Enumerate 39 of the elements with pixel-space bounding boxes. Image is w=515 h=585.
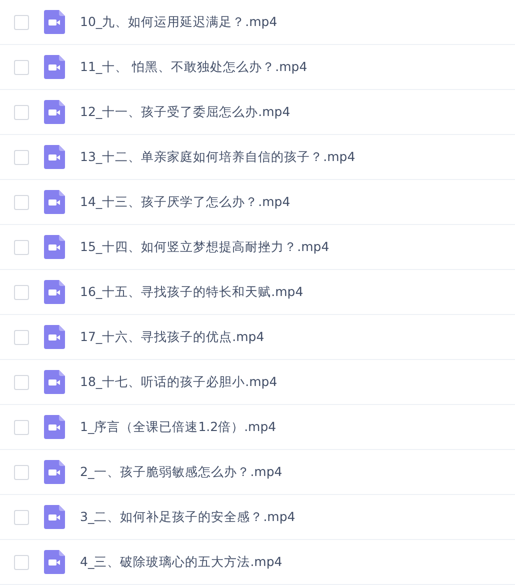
file-name[interactable]: 3_二、如何补足孩子的安全感？.mp4 (80, 508, 296, 526)
file-name[interactable]: 12_十一、孩子受了委屈怎么办.mp4 (80, 104, 290, 120)
file-name[interactable]: 10_九、如何运用延迟满足？.mp4 (80, 14, 278, 30)
checkbox[interactable] (14, 150, 29, 164)
checkbox[interactable] (14, 60, 29, 74)
file-name[interactable]: 13_十二、单亲家庭如何培养自信的孩子？.mp4 (80, 148, 356, 166)
file-name[interactable]: 15_十四、如何竖立梦想提高耐挫力？.mp4 (80, 238, 330, 256)
checkbox[interactable] (14, 374, 29, 390)
file-name[interactable]: 17_十六、寻找孩子的优点.mp4 (80, 328, 264, 346)
video-file-icon (44, 550, 65, 574)
checkbox[interactable] (14, 510, 29, 524)
checkbox[interactable] (14, 554, 29, 570)
video-file-icon (44, 100, 65, 124)
checkbox[interactable] (14, 464, 29, 480)
video-file-icon (44, 10, 65, 34)
video-file-icon (44, 55, 65, 79)
checkbox[interactable] (14, 420, 29, 434)
video-file-icon (44, 370, 65, 394)
checkbox[interactable] (14, 284, 29, 300)
file-name[interactable]: 11_十、 怕黑、不敢独处怎么办？.mp4 (80, 58, 308, 76)
video-file-icon (44, 460, 65, 484)
video-file-icon (44, 280, 65, 304)
file-name[interactable]: 18_十七、听话的孩子必胆小.mp4 (80, 374, 278, 390)
checkbox[interactable] (14, 194, 29, 210)
video-file-icon (44, 505, 65, 529)
file-name[interactable]: 14_十三、孩子厌学了怎么办？.mp4 (80, 194, 290, 210)
checkbox[interactable] (14, 14, 29, 30)
video-file-icon (44, 415, 65, 439)
video-file-icon (44, 145, 65, 169)
checkbox[interactable] (14, 240, 29, 254)
video-file-icon (44, 325, 65, 349)
checkbox[interactable] (14, 330, 29, 344)
video-file-icon (44, 235, 65, 259)
file-name[interactable]: 4_三、破除玻璃心的五大方法.mp4 (80, 554, 282, 570)
file-name[interactable]: 2_一、孩子脆弱敏感怎么办？.mp4 (80, 464, 282, 480)
checkbox[interactable] (14, 104, 29, 120)
video-file-icon (44, 190, 65, 214)
file-name[interactable]: 16_十五、寻找孩子的特长和天赋.mp4 (80, 284, 304, 300)
file-name[interactable]: 1_序言（全课已倍速1.2倍）.mp4 (80, 418, 276, 436)
